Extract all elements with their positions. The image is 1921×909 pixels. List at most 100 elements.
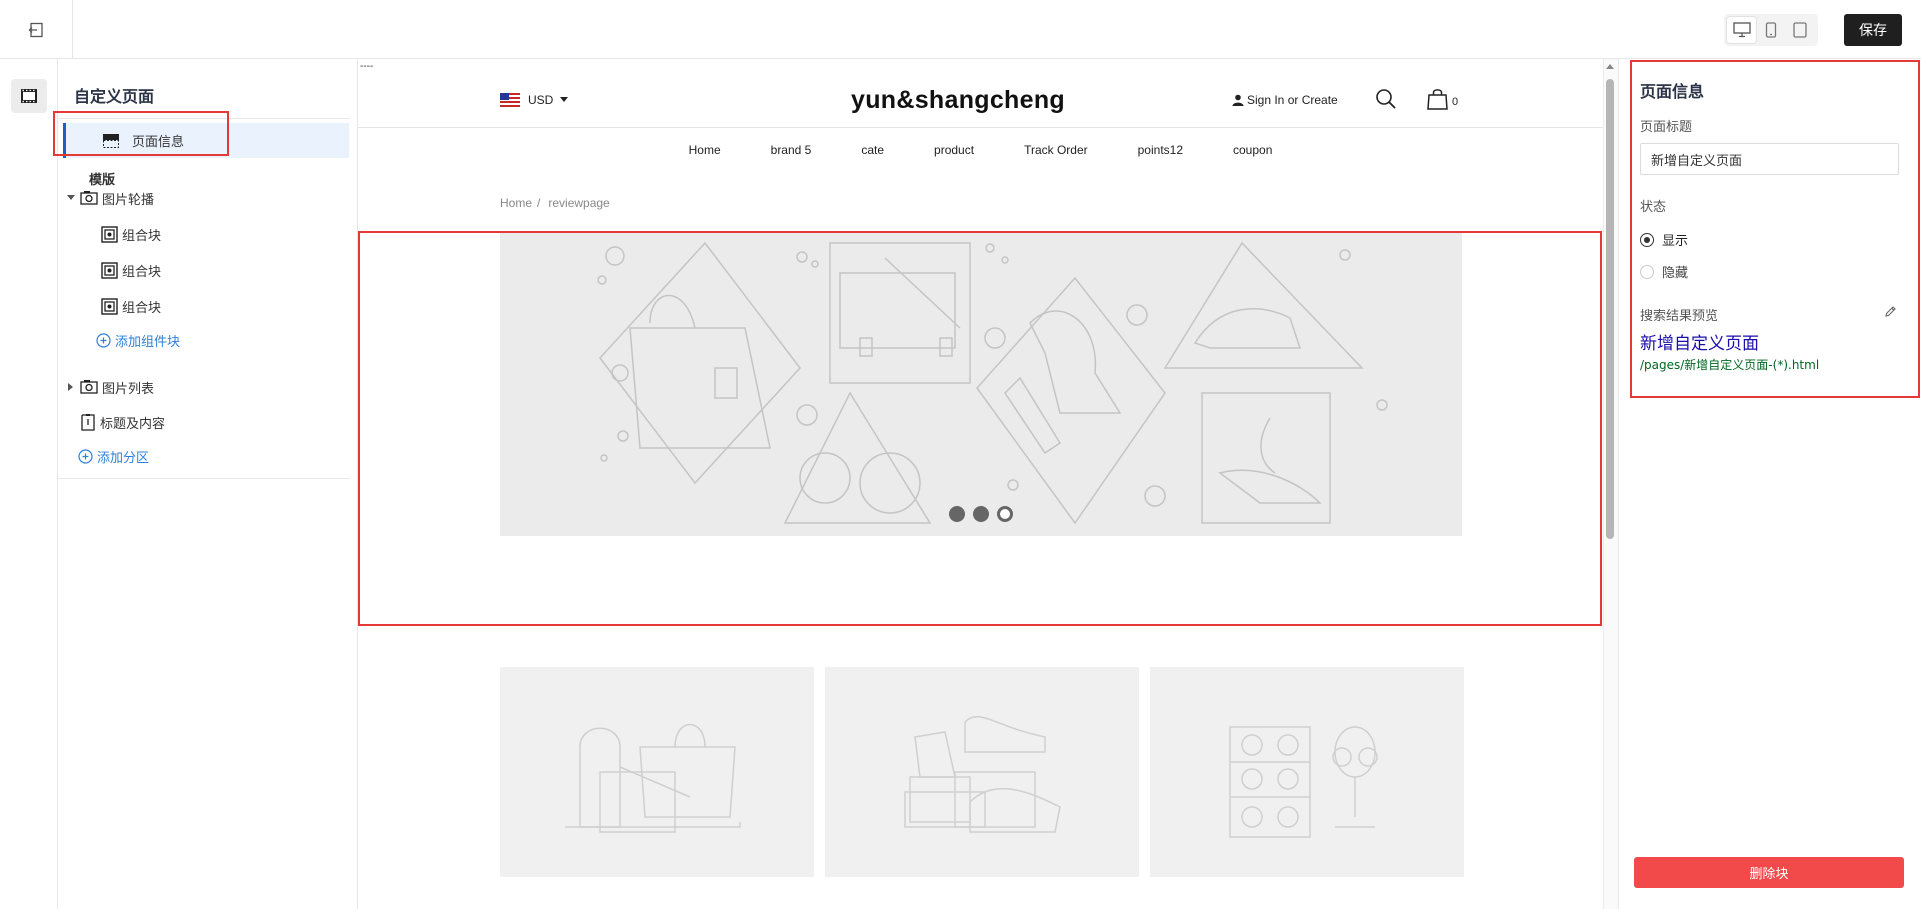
shopping-bag-icon (1427, 89, 1448, 110)
status-option-show[interactable]: 显示 (1640, 230, 1688, 249)
tablet-icon (1792, 22, 1807, 38)
status-option-label: 显示 (1662, 234, 1689, 249)
caret-right-icon[interactable] (64, 383, 78, 391)
add-block-label: 添加组件块 (115, 334, 181, 350)
tablet-view-button[interactable] (1785, 17, 1814, 43)
slideshow-dot[interactable] (973, 506, 989, 522)
block-label: 组合块 (122, 264, 162, 280)
caret-down-icon[interactable] (64, 195, 78, 201)
page-title-input[interactable] (1640, 143, 1899, 175)
slideshow-dot[interactable] (949, 506, 965, 522)
mobile-view-button[interactable] (1756, 17, 1785, 43)
add-section-label: 添加分区 (97, 450, 150, 466)
sidebar: 自定义页面 页面信息 模版 图片轮播 组合块 组合块 组合块 添加组件块 图片列… (53, 59, 358, 909)
section-slideshow[interactable]: 图片轮播 (64, 186, 154, 210)
block-item[interactable]: 组合块 (101, 222, 161, 246)
cart-button[interactable]: 0 (1427, 88, 1458, 110)
image-tile[interactable] (825, 667, 1139, 877)
nav-item-track-order[interactable]: Track Order (1024, 143, 1088, 157)
exit-icon (28, 22, 43, 37)
block-item[interactable]: 组合块 (101, 294, 161, 318)
sign-in-link[interactable]: Sign In or Create (1232, 93, 1338, 107)
status-label: 状态 (1640, 200, 1667, 215)
exit-editor-button[interactable] (0, 0, 73, 59)
image-list-icon (80, 379, 98, 395)
page-header-icon (103, 133, 119, 148)
slideshow-icon (80, 190, 98, 206)
status-option-label: 隐藏 (1662, 266, 1689, 281)
device-switcher (1724, 14, 1818, 46)
preview-marker: ---- (360, 61, 374, 72)
sign-in-label: Sign In or Create (1247, 93, 1338, 107)
seo-preview-url: /pages/新增自定义页面-(*).html (1640, 358, 1820, 372)
status-option-hide[interactable]: 隐藏 (1640, 262, 1688, 281)
sidebar-item-label: 页面信息 (132, 135, 185, 150)
radio-button[interactable] (1640, 264, 1654, 279)
glasses-illustration (1229, 726, 1378, 838)
block-item[interactable]: 组合块 (101, 258, 161, 282)
currency-selector[interactable]: USD (500, 93, 569, 107)
sidebar-divider (58, 118, 350, 119)
block-label: 组合块 (122, 300, 162, 316)
store-nav: Home brand 5 cate product Track Order po… (358, 143, 1603, 157)
save-button[interactable]: 保存 (1844, 14, 1902, 46)
plus-circle-icon (96, 332, 111, 348)
add-section-button[interactable]: 添加分区 (78, 444, 149, 468)
radio-button-checked[interactable] (1640, 232, 1654, 247)
page-title-label: 页面标题 (1640, 120, 1693, 135)
slideshow-dots (500, 506, 1462, 522)
banner-illustration (597, 241, 1388, 525)
text-block-icon (80, 413, 96, 431)
desktop-view-button[interactable] (1727, 17, 1756, 43)
left-icon-rail (0, 59, 58, 909)
store-title[interactable]: yun&shangcheng (758, 86, 1158, 115)
delete-block-button[interactable]: 删除块 (1634, 857, 1904, 888)
top-bar: 保存 (0, 0, 1921, 59)
image-tile[interactable] (1150, 667, 1464, 877)
us-flag-icon (500, 93, 520, 107)
block-icon (101, 297, 118, 315)
search-button[interactable] (1375, 88, 1397, 115)
scroll-up-arrow-icon[interactable] (1606, 64, 1614, 69)
block-icon (101, 225, 118, 243)
bags-illustration (565, 723, 741, 833)
film-strip-icon (21, 89, 37, 103)
desktop-icon (1732, 22, 1751, 38)
preview-scrollbar-thumb[interactable] (1606, 79, 1614, 539)
breadcrumb: Home / reviewpage (500, 196, 610, 210)
nav-item-product[interactable]: product (934, 143, 974, 157)
mobile-icon (1765, 22, 1776, 38)
block-label: 组合块 (122, 228, 162, 244)
nav-item-coupon[interactable]: coupon (1233, 143, 1272, 157)
settings-panel: 页面信息 页面标题 状态 显示 隐藏 搜索结果预览 新增自定义页面 /pages… (1618, 59, 1921, 909)
breadcrumb-home[interactable]: Home (500, 196, 532, 210)
section-label: 图片列表 (102, 381, 155, 397)
seo-preview-title: 新增自定义页面 (1640, 334, 1759, 354)
section-title-content[interactable]: 标题及内容 (80, 410, 165, 434)
pencil-icon (1885, 306, 1896, 317)
nav-item-cate[interactable]: cate (861, 143, 884, 157)
sidebar-title: 自定义页面 (74, 87, 155, 106)
store-preview: ---- USD yun&shangcheng Sign In or Creat… (358, 59, 1618, 909)
page-layout-button[interactable] (11, 79, 47, 113)
edit-seo-button[interactable] (1884, 305, 1897, 323)
slideshow-dot-active[interactable] (997, 506, 1013, 522)
section-image-list[interactable]: 图片列表 (64, 375, 154, 399)
cart-count: 0 (1452, 96, 1459, 108)
sidebar-item-page-info[interactable]: 页面信息 (63, 123, 349, 158)
shoes-illustration (904, 715, 1061, 833)
currency-label: USD (528, 93, 554, 107)
nav-item-brand[interactable]: brand 5 (771, 143, 812, 157)
nav-item-home[interactable]: Home (689, 143, 721, 157)
image-tile[interactable] (500, 667, 814, 877)
nav-item-points[interactable]: points12 (1138, 143, 1183, 157)
breadcrumb-current: reviewpage (548, 196, 610, 210)
section-label: 图片轮播 (102, 192, 155, 208)
sidebar-divider (58, 478, 350, 479)
panel-title: 页面信息 (1640, 82, 1705, 101)
header-divider (358, 127, 1603, 128)
seo-preview-label: 搜索结果预览 (1640, 309, 1719, 324)
search-icon (1376, 89, 1396, 109)
add-block-button[interactable]: 添加组件块 (96, 328, 180, 352)
slideshow-banner[interactable] (500, 233, 1462, 536)
